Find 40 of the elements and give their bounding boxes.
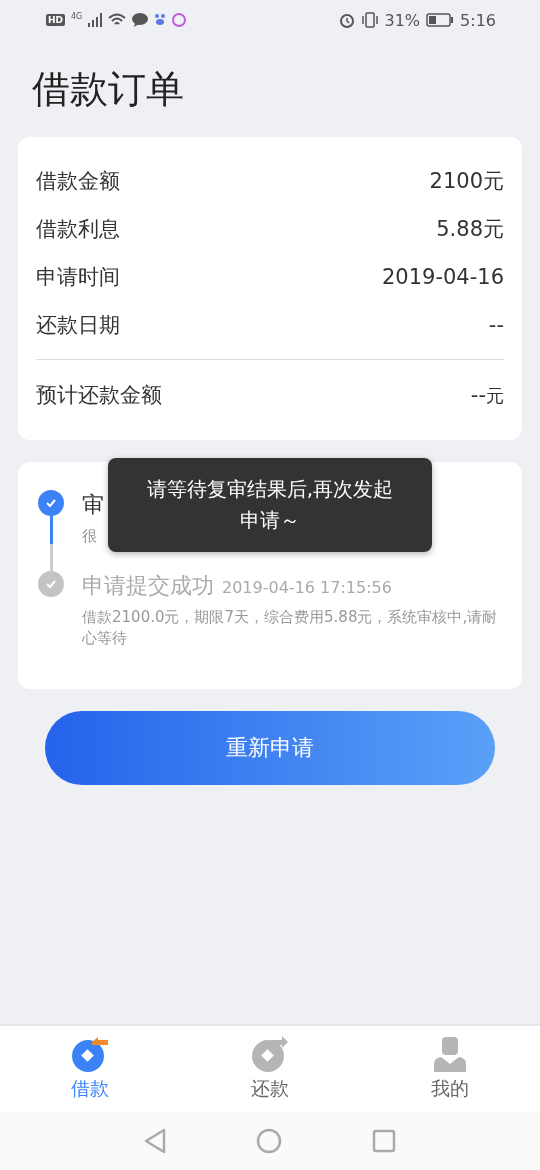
field-value: 5.88元 xyxy=(436,216,504,243)
alarm-icon xyxy=(338,12,355,28)
battery-icon xyxy=(426,13,455,27)
step-title: 申请提交成功 xyxy=(82,572,214,600)
reapply-button[interactable]: 重新申请 xyxy=(45,711,495,785)
step-description: 很 xyxy=(82,526,98,547)
chat-icon xyxy=(132,13,149,27)
paw-icon xyxy=(154,13,167,27)
field-label: 预计还款金额 xyxy=(36,382,162,409)
nav-tab[interactable]: 我的 xyxy=(360,1026,540,1112)
coin-return-icon xyxy=(71,1036,109,1072)
step-time: 2019-04-16 17:15:56 xyxy=(222,578,392,597)
toast-message: 请等待复审结果后,再次发起申请～ xyxy=(108,458,432,552)
battery-percent: 31% xyxy=(384,10,421,30)
field-value: 2100元 xyxy=(429,168,504,195)
unit-label: 元 xyxy=(486,383,504,408)
coin-arrow-icon xyxy=(251,1036,289,1072)
field-label: 还款日期 xyxy=(36,312,120,339)
home-icon[interactable] xyxy=(256,1128,282,1154)
back-icon[interactable] xyxy=(144,1128,166,1154)
nav-tab[interactable]: 还款 xyxy=(180,1026,360,1112)
step-description: 借款2100.0元，期限7天，综合费用5.88元，系统审核中,请耐心等待 xyxy=(82,607,499,649)
user-icon xyxy=(433,1036,467,1072)
clock-time: 5:16 xyxy=(460,10,496,30)
hd-icon: HD xyxy=(46,14,65,26)
vibrate-icon xyxy=(360,12,379,28)
nav-tab[interactable]: 借款 xyxy=(0,1026,180,1112)
wifi-icon xyxy=(108,13,127,27)
field-label: 申请时间 xyxy=(36,264,120,291)
recents-icon[interactable] xyxy=(372,1129,396,1153)
field-value: 2019-04-16 xyxy=(381,265,504,289)
step-title: 审 xyxy=(82,491,104,519)
field-value: -- xyxy=(470,382,486,407)
page-title: 借款订单 xyxy=(32,66,185,113)
signal-icon xyxy=(88,13,103,27)
field-value: -- xyxy=(488,313,504,337)
app-icon xyxy=(172,13,187,27)
network-label: 4G xyxy=(71,12,83,21)
field-label: 借款金额 xyxy=(36,168,120,195)
field-label: 借款利息 xyxy=(36,216,120,243)
